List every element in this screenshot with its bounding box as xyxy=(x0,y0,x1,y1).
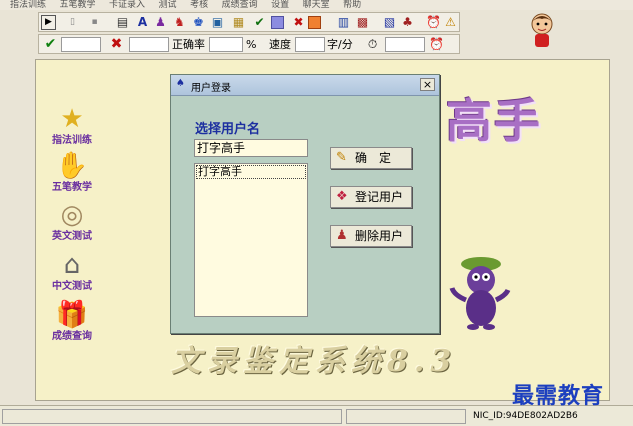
network-icon[interactable]: ♣ xyxy=(400,15,415,30)
graph-icon[interactable]: ▥ xyxy=(336,15,351,30)
background-title: 高手 xyxy=(446,94,542,148)
login-dialog: ♠ 用户登录 × 选择用户名 打字高手 打字高手 ✎ 确 定 ❖ 登记用户 ♟ … xyxy=(170,74,440,334)
menu-item-settings[interactable]: 设置 xyxy=(271,1,289,10)
alarm-clock-icon[interactable]: ⏰ xyxy=(429,37,444,52)
document-icon[interactable]: ▧ xyxy=(382,15,397,30)
warning-icon[interactable]: ⚠ xyxy=(443,15,458,30)
check-icon[interactable]: ✔ xyxy=(252,15,267,30)
menu-item-card-entry[interactable]: 卡证录入 xyxy=(109,1,145,10)
group-icon[interactable]: ♚ xyxy=(191,15,206,30)
menu-item-score-query[interactable]: 成绩查询 xyxy=(222,1,258,10)
status-pane-secondary xyxy=(346,409,466,424)
gift-icon: ❖ xyxy=(336,189,348,204)
stop-icon[interactable]: ▪ xyxy=(87,15,102,30)
x-icon[interactable]: ✖ xyxy=(291,15,306,30)
orange-box-icon[interactable] xyxy=(308,16,321,29)
mascot-icon xyxy=(531,13,553,47)
status-pane-main xyxy=(2,409,342,424)
background-system-title: 文录鉴定系统8.3 xyxy=(171,344,458,379)
house-icon: ⌂ xyxy=(63,250,81,280)
pause-icon[interactable]: ▯ xyxy=(65,15,80,30)
menu-item-help[interactable]: 帮助 xyxy=(343,1,361,10)
stopwatch-icon: ⏱ xyxy=(367,37,378,51)
delete-user-button[interactable]: ♟ 删除用户 xyxy=(330,225,412,247)
sidebar-item-wubi-teaching[interactable]: ✋ 五笔教学 xyxy=(46,151,98,197)
people-icon[interactable]: ♞ xyxy=(172,15,187,30)
user-list[interactable]: 打字高手 xyxy=(194,163,308,317)
pencil-icon: ✎ xyxy=(336,150,347,165)
select-user-heading: 选择用户名 xyxy=(195,122,261,137)
accuracy-field xyxy=(209,37,243,52)
sidebar-item-score-query[interactable]: 🎁 成绩查询 xyxy=(46,300,98,346)
register-user-button[interactable]: ❖ 登记用户 xyxy=(330,186,412,208)
sidebar-item-english-test[interactable]: ◎ 英文测试 xyxy=(46,200,98,246)
alarm-clock-icon[interactable]: ⏰ xyxy=(426,15,441,30)
check-icon[interactable]: ✔ xyxy=(43,37,58,52)
book-icon[interactable]: ▤ xyxy=(115,15,130,30)
monitor-icon[interactable]: ▣ xyxy=(210,15,225,30)
nic-id-label: NIC_ID:94DE802AD2B6 xyxy=(473,411,578,421)
menu-item-chat-room[interactable]: 聊天室 xyxy=(303,1,330,10)
close-button[interactable]: × xyxy=(420,78,435,91)
menu-item-finger-training[interactable]: 指法训练 xyxy=(10,1,46,10)
grid-icon[interactable]: ▩ xyxy=(355,15,370,30)
dialog-title: 用户登录 xyxy=(191,83,231,94)
menu-item-test[interactable]: 测试 xyxy=(159,1,177,10)
gift-icon: 🎁 xyxy=(55,300,89,330)
watermark-text: 最需教育 xyxy=(512,383,605,409)
sidebar-item-finger-training[interactable]: ★ 指法训练 xyxy=(46,104,98,150)
list-item[interactable]: 打字高手 xyxy=(196,165,306,179)
main-toolbar: ▶ ▯ ▪ ▤ A ♟ ♞ ♚ ▣ ▦ ✔ ✖ ▥ ▩ ▧ ♣ ⏰ ⚠ xyxy=(38,12,460,32)
color-box-icon[interactable] xyxy=(271,16,284,29)
people-icon: ♟ xyxy=(336,228,348,243)
hand-icon: ✋ xyxy=(55,151,89,181)
username-input[interactable]: 打字高手 xyxy=(194,139,308,157)
users-icon[interactable]: ♟ xyxy=(153,15,168,30)
x-icon[interactable]: ✖ xyxy=(109,37,124,52)
time-field xyxy=(385,37,425,52)
confirm-button[interactable]: ✎ 确 定 xyxy=(330,147,412,169)
star-icon: ★ xyxy=(60,104,84,134)
speed-label: 速度 xyxy=(269,38,291,51)
menu-item-exam[interactable]: 考核 xyxy=(190,1,208,10)
alien-mascot-icon xyxy=(449,257,511,330)
accuracy-label: 正确率 xyxy=(172,38,205,51)
menu-item-wubi-teaching[interactable]: 五笔教学 xyxy=(60,1,96,10)
speed-field xyxy=(295,37,325,52)
menu-bar: 指法训练 五笔教学 卡证录入 测试 考核 成绩查询 设置 聊天室 帮助 xyxy=(0,0,633,10)
correct-count-field xyxy=(61,37,101,52)
percent-label: % xyxy=(246,38,257,51)
play-icon[interactable]: ▶ xyxy=(41,15,56,30)
shell-icon: ◎ xyxy=(60,200,84,230)
speed-unit-label: 字/分 xyxy=(327,38,353,51)
chart-icon[interactable]: ▦ xyxy=(231,15,246,30)
stats-toolbar: ✔ ✖ 正确率 % 速度 字/分 ⏱ ⏰ xyxy=(38,34,460,54)
sidebar-item-chinese-test[interactable]: ⌂ 中文测试 xyxy=(46,250,98,296)
font-a-icon[interactable]: A xyxy=(135,15,150,30)
app-icon: ♠ xyxy=(176,78,185,89)
dialog-titlebar[interactable]: ♠ 用户登录 × xyxy=(171,75,439,96)
error-count-field xyxy=(129,37,169,52)
